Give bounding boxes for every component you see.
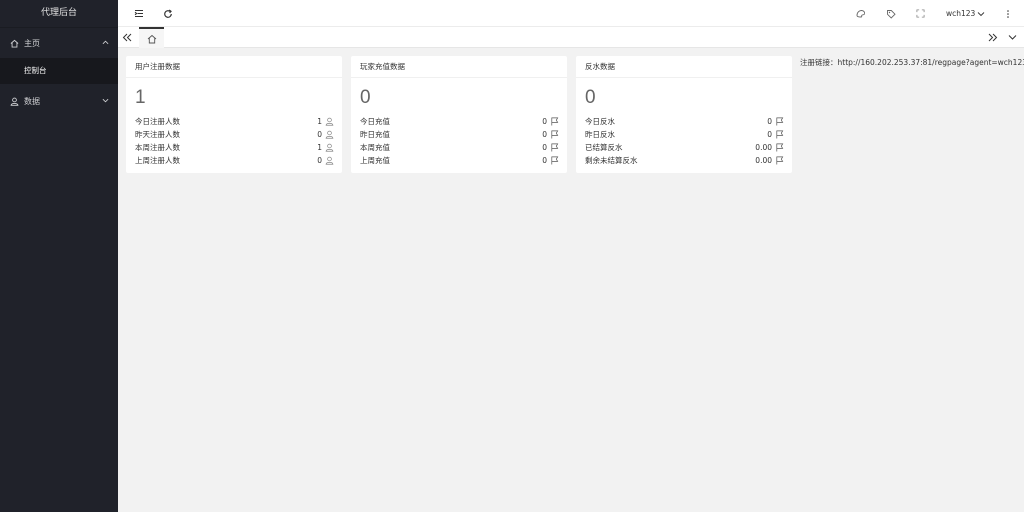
tab-home[interactable] [139, 27, 164, 48]
user-icon [325, 130, 334, 139]
card-title: 反水数据 [576, 56, 792, 78]
card-title: 玩家充值数据 [351, 56, 567, 78]
chevron-up-icon [102, 39, 109, 46]
double-chevron-left-icon[interactable] [122, 32, 133, 43]
theme-icon[interactable] [855, 8, 866, 19]
card-player-recharge: 玩家充值数据 0 今日充值 0 昨日充值 0 本周充值 0 上周充值 0 [351, 56, 567, 173]
user-icon [10, 97, 19, 106]
list-item: 本周充值 0 [360, 141, 559, 154]
sidebar-item-label: 主页 [24, 38, 40, 48]
fullscreen-icon[interactable] [915, 8, 926, 19]
double-chevron-right-icon[interactable] [987, 32, 998, 43]
sidebar-item-home[interactable]: 主页 [0, 28, 118, 58]
list-item: 上周充值 0 [360, 154, 559, 167]
sidebar-item-data[interactable]: 数据 [0, 86, 118, 116]
list-item: 今日充值 0 [360, 115, 559, 128]
list-item: 昨天注册人数 0 [135, 128, 334, 141]
list-item: 上周注册人数 0 [135, 154, 334, 167]
user-menu[interactable]: wch123 [946, 9, 985, 18]
flag-icon [775, 117, 784, 126]
refresh-icon[interactable] [162, 8, 173, 19]
flag-icon [775, 156, 784, 165]
user-icon [325, 143, 334, 152]
flag-icon [550, 156, 559, 165]
sidebar: 代理后台 主页 控制台 数据 [0, 0, 118, 512]
list-item: 已结算反水 0.00 [585, 141, 784, 154]
list-item: 昨日反水 0 [585, 128, 784, 141]
sidebar-item-label: 数据 [24, 96, 40, 106]
home-icon [147, 34, 156, 43]
list-item: 今日注册人数 1 [135, 115, 334, 128]
list-item: 今日反水 0 [585, 115, 784, 128]
more-icon[interactable] [1002, 8, 1013, 19]
card-user-registration: 用户注册数据 1 今日注册人数 1 昨天注册人数 0 本周注册人数 1 上周注册人数 0 [126, 56, 342, 173]
card-big-number: 0 [585, 87, 596, 108]
flag-icon [775, 130, 784, 139]
card-title: 用户注册数据 [126, 56, 342, 78]
flag-icon [550, 143, 559, 152]
chevron-down-icon [978, 11, 985, 16]
username: wch123 [946, 9, 976, 18]
chevron-down-icon[interactable] [1007, 32, 1018, 43]
top-header: wch123 [118, 0, 1024, 27]
home-icon [10, 39, 19, 48]
menu-fold-icon[interactable] [133, 8, 144, 19]
app-title: 代理后台 [0, 0, 118, 27]
user-icon [325, 156, 334, 165]
card-big-number: 1 [135, 87, 146, 108]
list-item: 本周注册人数 1 [135, 141, 334, 154]
card-rebate: 反水数据 0 今日反水 0 昨日反水 0 已结算反水 0.00 剩余未结算反水 0.00 [576, 56, 792, 173]
chevron-down-icon [102, 97, 109, 104]
list-item: 剩余未结算反水 0.00 [585, 154, 784, 167]
tab-bar [118, 27, 1024, 48]
note-icon[interactable] [885, 8, 896, 19]
flag-icon [550, 117, 559, 126]
sidebar-subitem-console[interactable]: 控制台 [0, 58, 118, 84]
flag-icon [550, 130, 559, 139]
registration-link[interactable]: 注册链接：http://160.202.253.37:81/regpage?ag… [800, 57, 1024, 68]
flag-icon [775, 143, 784, 152]
user-icon [325, 117, 334, 126]
list-item: 昨日充值 0 [360, 128, 559, 141]
card-big-number: 0 [360, 87, 371, 108]
